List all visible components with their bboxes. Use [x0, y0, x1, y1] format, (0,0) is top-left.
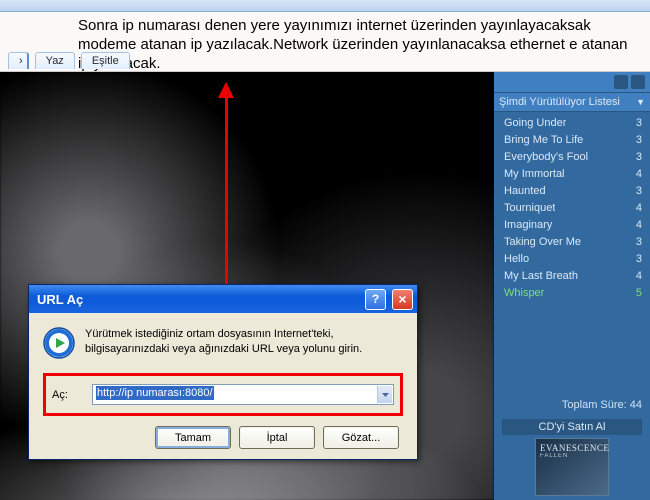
list-item[interactable]: My Last Breath4 — [494, 268, 650, 285]
media-player-icon — [43, 327, 75, 359]
video-area: URL Aç ? × Yürütmek istediğiniz ortam do… — [0, 72, 494, 500]
list-item[interactable]: Haunted3 — [494, 183, 650, 200]
dialog-titlebar[interactable]: URL Aç ? × — [29, 285, 417, 313]
playlist[interactable]: Going Under3 Bring Me To Life3 Everybody… — [494, 112, 650, 395]
highlighted-input-area: Aç: http://ip numarası:8080/ — [43, 373, 403, 416]
dialog-description: Yürütmek istediğiniz ortam dosyasının In… — [85, 327, 403, 359]
window-header — [0, 0, 650, 12]
dropdown-button[interactable] — [377, 386, 392, 403]
list-item[interactable]: Everybody's Fool3 — [494, 149, 650, 166]
list-item[interactable]: Hello3 — [494, 251, 650, 268]
url-value: http://ip numarası:8080/ — [96, 386, 214, 400]
album-art[interactable]: EVANESCENCE FALLEN — [535, 438, 609, 496]
sidebar-toolbar — [494, 72, 650, 93]
list-item[interactable]: Bring Me To Life3 — [494, 132, 650, 149]
playlist-title: Şimdi Yürütülüyor Listesi — [499, 96, 632, 108]
tab-sync[interactable]: Eşitle — [81, 52, 130, 69]
list-item[interactable]: Going Under3 — [494, 115, 650, 132]
url-label: Aç: — [52, 389, 82, 401]
list-item[interactable]: Taking Over Me3 — [494, 234, 650, 251]
ok-button[interactable]: Tamam — [155, 426, 231, 449]
instruction-banner: Sonra ip numarası denen yere yayınımızı … — [0, 12, 650, 72]
toolbar: › Yaz Eşitle — [8, 52, 130, 69]
open-url-dialog: URL Aç ? × Yürütmek istediğiniz ortam do… — [28, 284, 418, 460]
sidebar-icon-2[interactable] — [631, 75, 645, 89]
close-button[interactable]: × — [392, 289, 413, 310]
chevron-down-icon: ▼ — [636, 97, 645, 107]
list-item[interactable]: Tourniquet4 — [494, 200, 650, 217]
buy-cd-link[interactable]: CD'yi Satın Al — [502, 419, 642, 435]
dialog-title: URL Aç — [37, 292, 359, 307]
tab-burn[interactable]: Yaz — [35, 52, 75, 69]
playlist-header[interactable]: Şimdi Yürütülüyor Listesi ▼ — [494, 93, 650, 112]
sidebar-icon-1[interactable] — [614, 75, 628, 89]
list-item[interactable]: My Immortal4 — [494, 166, 650, 183]
cancel-button[interactable]: İptal — [239, 426, 315, 449]
now-playing-sidebar: Şimdi Yürütülüyor Listesi ▼ Going Under3… — [494, 72, 650, 500]
browse-button[interactable]: Gözat... — [323, 426, 399, 449]
total-duration: Toplam Süre: 44 — [502, 399, 642, 411]
list-item[interactable]: Imaginary4 — [494, 217, 650, 234]
annotation-arrow — [225, 72, 227, 282]
tab-back[interactable]: › — [8, 52, 29, 69]
list-item[interactable]: Whisper5 — [494, 285, 650, 302]
url-input[interactable]: http://ip numarası:8080/ — [92, 384, 394, 405]
help-button[interactable]: ? — [365, 289, 386, 310]
